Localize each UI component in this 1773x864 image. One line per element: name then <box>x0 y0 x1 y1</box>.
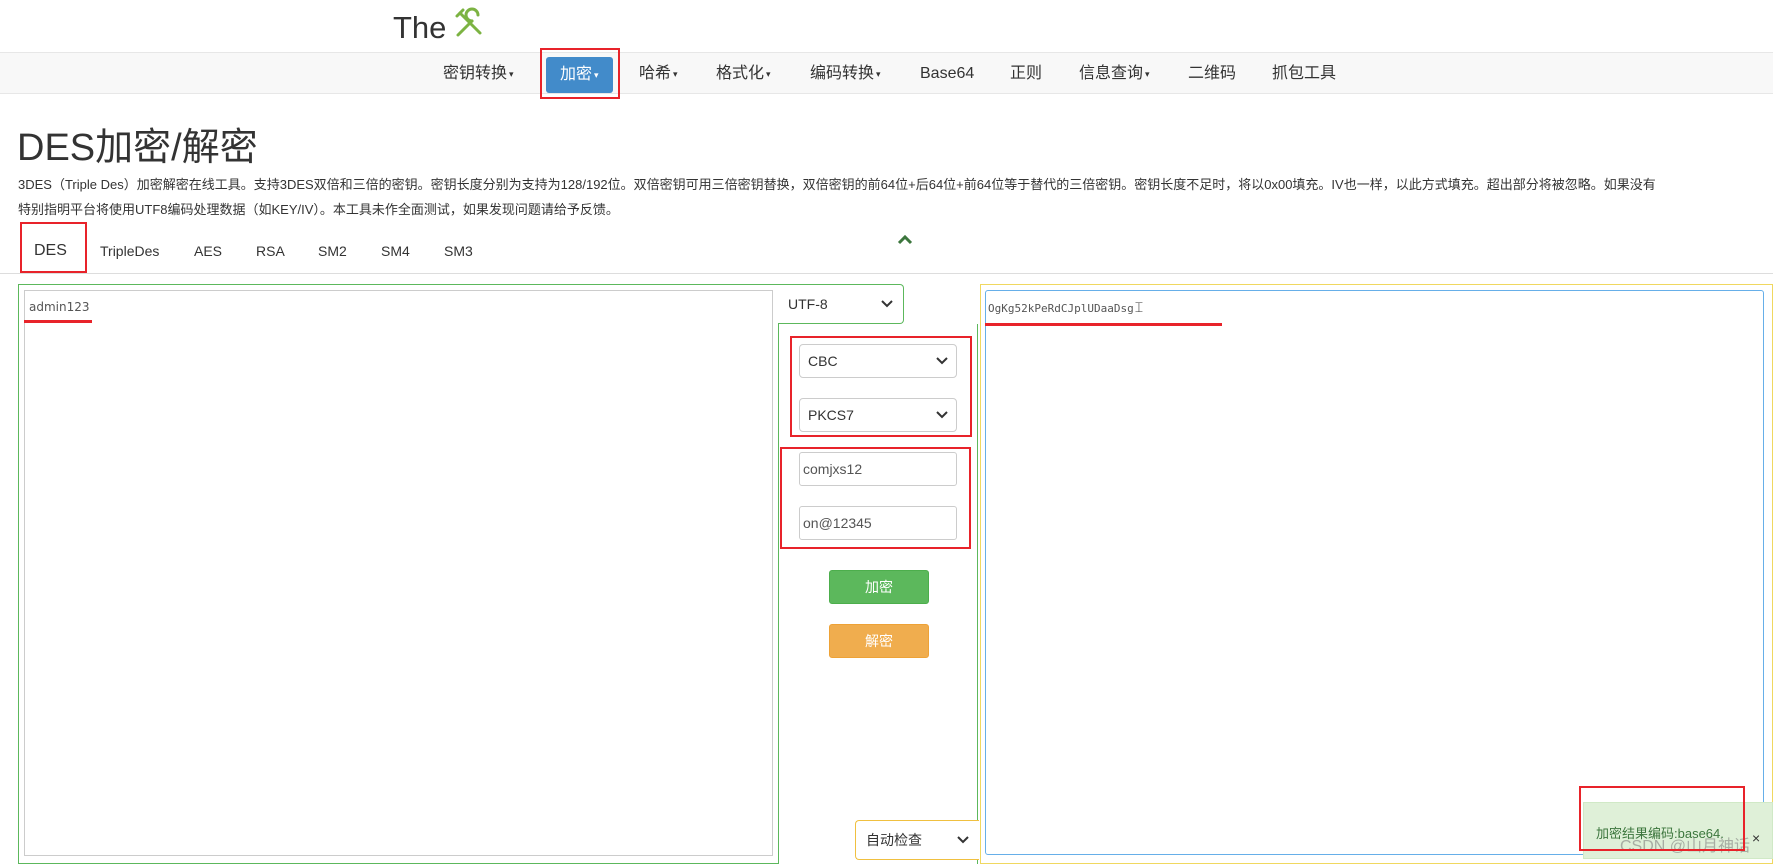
annotation-box-key-iv <box>780 447 971 549</box>
chevron-down-icon <box>881 297 893 311</box>
description-line-1: 3DES（Triple Des）加密解密在线工具。支持3DES双倍和三倍的密钥。… <box>18 177 1656 192</box>
caret-down-icon: ▾ <box>509 69 514 79</box>
annotation-underline-output <box>985 323 1222 326</box>
nav-label: 正则 <box>1010 65 1043 82</box>
nav-item-hash[interactable]: 哈希 ▾ <box>639 53 678 95</box>
annotation-underline-input <box>24 320 92 323</box>
nav-item-qrcode[interactable]: 二维码 <box>1188 53 1236 95</box>
annotation-box-encrypt-menu <box>540 48 620 99</box>
nav-label: 编码转换 <box>810 65 875 83</box>
caret-down-icon: ▾ <box>673 69 678 79</box>
nav-item-base64[interactable]: Base64 <box>920 53 974 95</box>
nav-label: 哈希 <box>639 65 672 83</box>
nav-label: 格式化 <box>716 65 765 83</box>
nav-label: Base64 <box>920 65 975 82</box>
tools-icon <box>452 7 486 49</box>
annotation-box-mode-padding <box>790 336 972 437</box>
text-cursor-icon: ⌶ <box>1134 299 1144 315</box>
description-line-2: 特别指明平台将使用UTF8编码处理数据（如KEY/IV）。本工具未作全面测试，如… <box>18 202 619 217</box>
nav-item-info-query[interactable]: 信息查询 ▾ <box>1079 53 1150 95</box>
plaintext-input[interactable]: admin123 <box>24 290 773 856</box>
nav-item-regex[interactable]: 正则 <box>1010 53 1042 95</box>
nav-item-format[interactable]: 格式化 ▾ <box>716 53 771 95</box>
brand-logo[interactable]: The <box>393 6 486 50</box>
chevron-up-icon[interactable] <box>897 232 913 248</box>
page-description: 3DES（Triple Des）加密解密在线工具。支持3DES双倍和三倍的密钥。… <box>18 172 1773 222</box>
nav-label: 密钥转换 <box>443 65 508 83</box>
close-icon[interactable]: × <box>1752 830 1760 846</box>
tab-sm3[interactable]: SM3 <box>444 228 473 274</box>
encoding-value: UTF-8 <box>788 296 828 312</box>
caret-down-icon: ▾ <box>876 69 881 79</box>
chevron-down-icon <box>957 833 969 847</box>
nav-label: 抓包工具 <box>1272 65 1337 82</box>
output-encoding-value: 自动检查 <box>866 832 922 848</box>
tab-tripledes[interactable]: TripleDes <box>100 228 159 274</box>
input-encoding-select[interactable]: UTF-8 <box>778 284 904 324</box>
decrypt-button[interactable]: 解密 <box>829 624 929 658</box>
nav-item-capture-tool[interactable]: 抓包工具 <box>1272 53 1336 95</box>
encrypt-button[interactable]: 加密 <box>829 570 929 604</box>
annotation-box-des-tab <box>20 222 87 273</box>
cipher-tabs: DES TripleDes AES RSA SM2 SM4 SM3 <box>0 228 1773 274</box>
tab-rsa[interactable]: RSA <box>256 228 285 274</box>
page-title: DES加密/解密 <box>17 127 258 169</box>
nav-label: 二维码 <box>1188 65 1237 82</box>
plaintext-value: admin123 <box>29 300 90 314</box>
nav-item-encoding[interactable]: 编码转换 ▾ <box>810 53 881 95</box>
main-navbar: 密钥转换 ▾ 加密 ▾ 哈希 ▾ 格式化 ▾ 编码转换 ▾ Base64 正则 信息查询 ▾… <box>0 52 1773 94</box>
tab-aes[interactable]: AES <box>194 228 222 274</box>
nav-label: 信息查询 <box>1079 65 1144 83</box>
ciphertext-value: OgKg52kPeRdCJplUDaaDsg <box>988 302 1134 315</box>
tab-sm4[interactable]: SM4 <box>381 228 410 274</box>
caret-down-icon: ▾ <box>1145 69 1150 79</box>
tab-sm2[interactable]: SM2 <box>318 228 347 274</box>
caret-down-icon: ▾ <box>766 69 771 79</box>
nav-item-key-convert[interactable]: 密钥转换 ▾ <box>443 53 514 95</box>
ciphertext-output[interactable]: OgKg52kPeRdCJplUDaaDsg⌶ <box>985 290 1764 855</box>
brand-text: The <box>393 10 447 45</box>
output-encoding-select[interactable]: 自动检查 <box>855 820 979 860</box>
annotation-box-toast <box>1579 786 1745 851</box>
